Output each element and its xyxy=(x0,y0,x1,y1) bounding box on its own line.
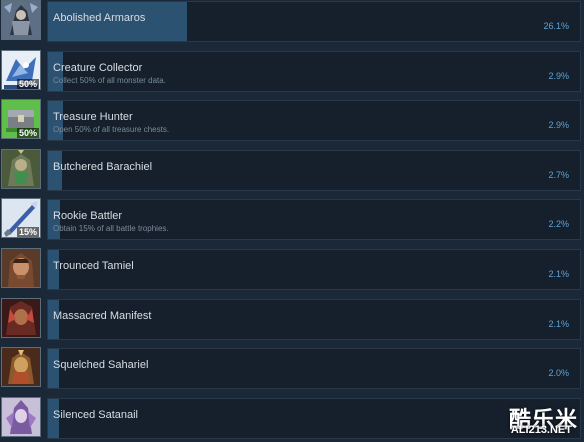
achievement-title: Creature Collector xyxy=(53,62,143,74)
achievement-title: Treasure Hunter xyxy=(53,111,133,123)
armaros-icon xyxy=(1,0,41,40)
achievement-panel[interactable]: Butchered Barachiel 2.7% xyxy=(47,150,581,191)
achievement-row: Squelched Sahariel 2.0% xyxy=(0,347,584,392)
tamiel-icon xyxy=(1,248,41,288)
watermark-en-text: ALI213.NET xyxy=(510,424,572,436)
achievement-title: Rookie Battler xyxy=(53,210,123,222)
achievement-title: Butchered Barachiel xyxy=(53,161,153,173)
achievement-percent: 2.7% xyxy=(548,170,569,180)
achievement-row: 50% Creature Collector Collect 50% of al… xyxy=(0,50,584,95)
achievement-row: 15% Rookie Battler Obtain 15% of all bat… xyxy=(0,198,584,243)
achievement-panel[interactable]: Massacred Manifest 2.1% xyxy=(47,299,581,340)
achievement-percent: 2.1% xyxy=(548,269,569,279)
achievement-row: Abolished Armaros 26.1% xyxy=(0,0,584,45)
achievement-panel[interactable]: Creature Collector Collect 50% of all mo… xyxy=(47,51,581,92)
achievement-title: Trounced Tamiel xyxy=(53,260,134,272)
achievement-title: Squelched Sahariel xyxy=(53,359,149,371)
achievement-description: Collect 50% of all monster data. xyxy=(53,76,166,85)
achievement-percent: 2.2% xyxy=(548,219,569,229)
achievement-percent: 2.0% xyxy=(548,368,569,378)
satanail-icon xyxy=(1,397,41,437)
achievement-description: Open 50% of all treasure chests. xyxy=(53,125,170,134)
rookie-battler-icon: 15% xyxy=(1,198,41,238)
icon-badge: 50% xyxy=(16,79,39,89)
icon-badge: 50% xyxy=(16,128,39,138)
achievement-title: Abolished Armaros xyxy=(53,12,146,24)
achievement-panel[interactable]: Trounced Tamiel 2.1% xyxy=(47,249,581,290)
achievement-panel[interactable]: Treasure Hunter Open 50% of all treasure… xyxy=(47,100,581,141)
achievement-percent: 2.1% xyxy=(548,319,569,329)
achievement-title: Silenced Satanail xyxy=(53,409,139,421)
achievement-row: Trounced Tamiel 2.1% xyxy=(0,248,584,293)
achievement-percent: 2.9% xyxy=(548,71,569,81)
icon-badge: 15% xyxy=(16,227,39,237)
achievement-row: 50% Treasure Hunter Open 50% of all trea… xyxy=(0,99,584,144)
sahariel-icon xyxy=(1,347,41,387)
achievement-panel[interactable]: Rookie Battler Obtain 15% of all battle … xyxy=(47,199,581,240)
site-watermark: 酷乐米 ALI213.NET xyxy=(494,402,578,436)
achievement-panel[interactable]: Squelched Sahariel 2.0% xyxy=(47,348,581,389)
achievement-percent: 26.1% xyxy=(543,21,569,31)
manifest-icon xyxy=(1,298,41,338)
barachiel-icon xyxy=(1,149,41,189)
achievement-percent: 2.9% xyxy=(548,120,569,130)
treasure-hunter-icon: 50% xyxy=(1,99,41,139)
creature-collector-icon: 50% xyxy=(1,50,41,90)
achievement-row: Massacred Manifest 2.1% xyxy=(0,298,584,343)
achievement-description: Obtain 15% of all battle trophies. xyxy=(53,224,169,233)
achievement-row: Butchered Barachiel 2.7% xyxy=(0,149,584,194)
achievement-title: Massacred Manifest xyxy=(53,310,152,322)
achievement-panel[interactable]: Abolished Armaros 26.1% xyxy=(47,1,581,42)
